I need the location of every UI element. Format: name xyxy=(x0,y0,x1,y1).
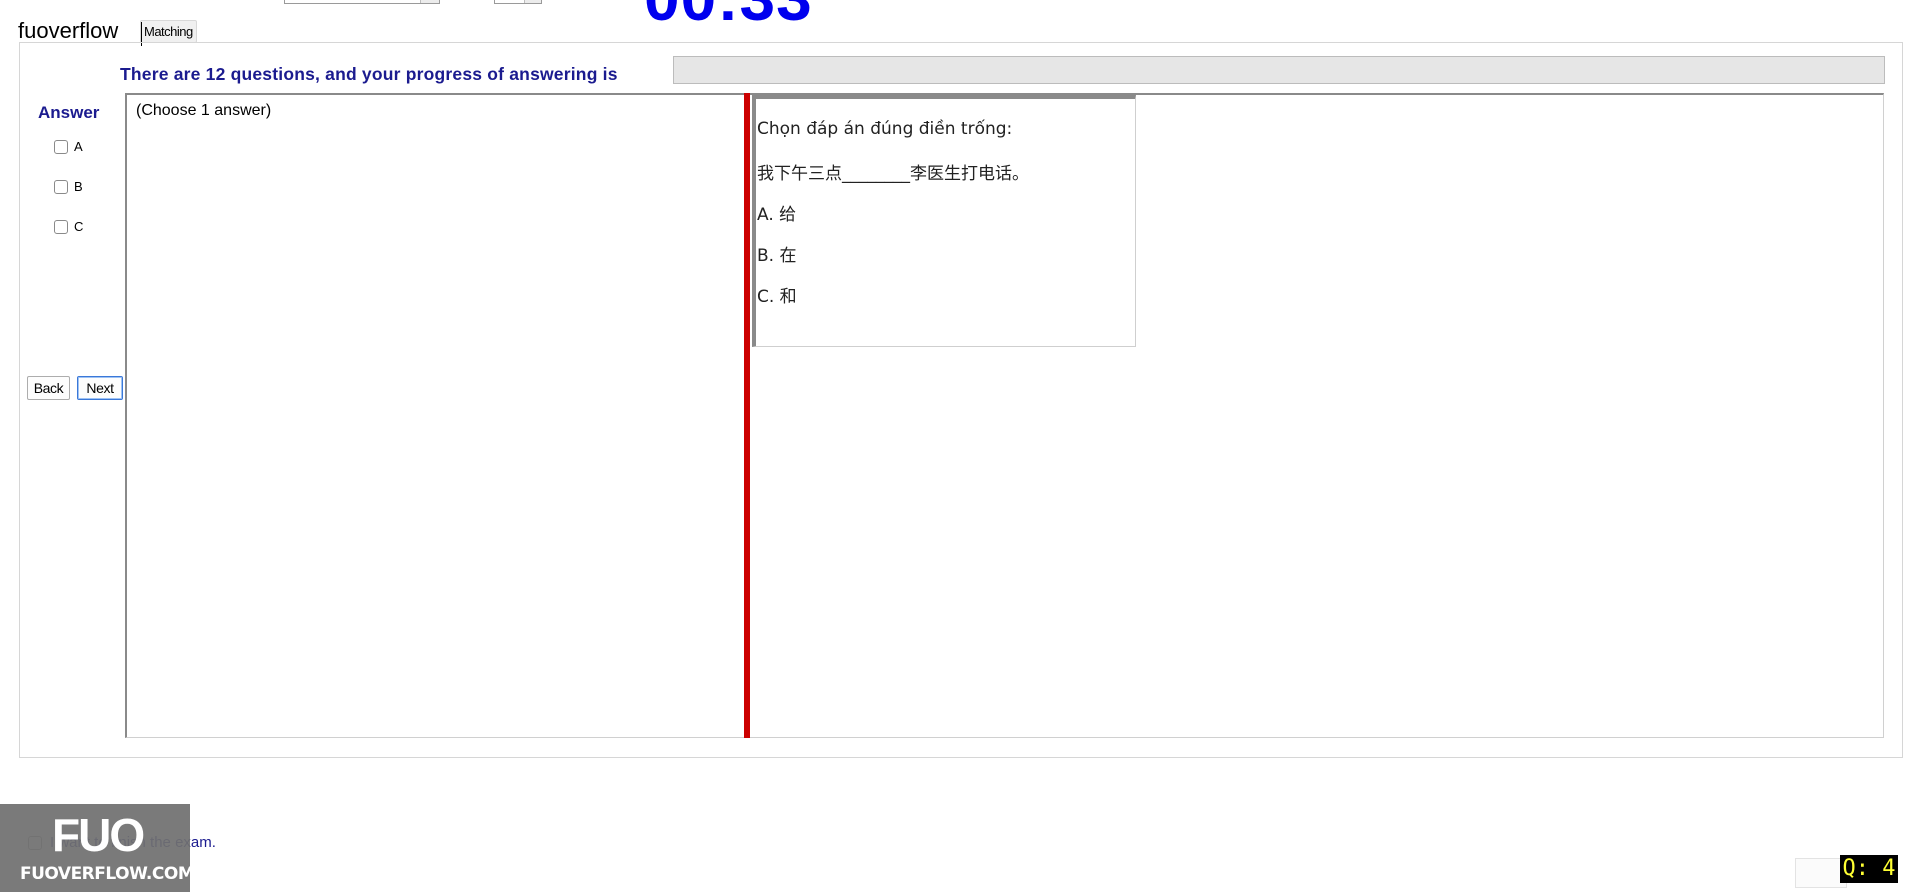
question-number-badge: Q: 4 xyxy=(1840,855,1898,883)
question-choice-a: A. 给 xyxy=(757,205,797,225)
answer-option-b[interactable]: B xyxy=(54,179,83,194)
question-sentence: 我下午三点________李医生打电话。 xyxy=(757,164,1029,184)
choose-label: (Choose 1 answer) xyxy=(136,102,272,119)
top-spin-box[interactable] xyxy=(494,0,542,4)
question-choice-b: B. 在 xyxy=(757,246,797,266)
top-combo-box[interactable] xyxy=(284,0,440,4)
progress-text: There are 12 questions, and your progres… xyxy=(120,64,618,84)
option-label-c: C xyxy=(74,219,84,234)
logo-big-text: FUO xyxy=(52,809,145,861)
back-button[interactable]: Back xyxy=(27,376,70,400)
logo-small-text: FUOVERFLOW.COM xyxy=(20,864,195,884)
answer-option-a[interactable]: A xyxy=(54,139,83,154)
answer-pane xyxy=(125,93,745,738)
brand-label: fuoverflow xyxy=(18,18,119,43)
progress-bar xyxy=(673,56,1885,84)
checkbox-c[interactable] xyxy=(54,219,68,234)
answer-option-c[interactable]: C xyxy=(54,219,83,234)
option-label-a: A xyxy=(74,139,83,154)
checkbox-a[interactable] xyxy=(54,139,68,154)
answer-title: Answer xyxy=(38,103,100,122)
option-label-b: B xyxy=(74,179,83,194)
combo-dropdown-button[interactable] xyxy=(420,0,439,3)
checkbox-b[interactable] xyxy=(54,179,68,194)
countdown-timer: 00:33 xyxy=(644,0,813,30)
spin-dropdown-button[interactable] xyxy=(524,0,541,3)
question-instruction: Chọn đáp án đúng điền trống: xyxy=(757,119,1013,139)
matching-button[interactable]: Matching xyxy=(140,20,197,43)
question-choice-c: C. 和 xyxy=(757,287,797,307)
next-button[interactable]: Next xyxy=(77,376,123,400)
